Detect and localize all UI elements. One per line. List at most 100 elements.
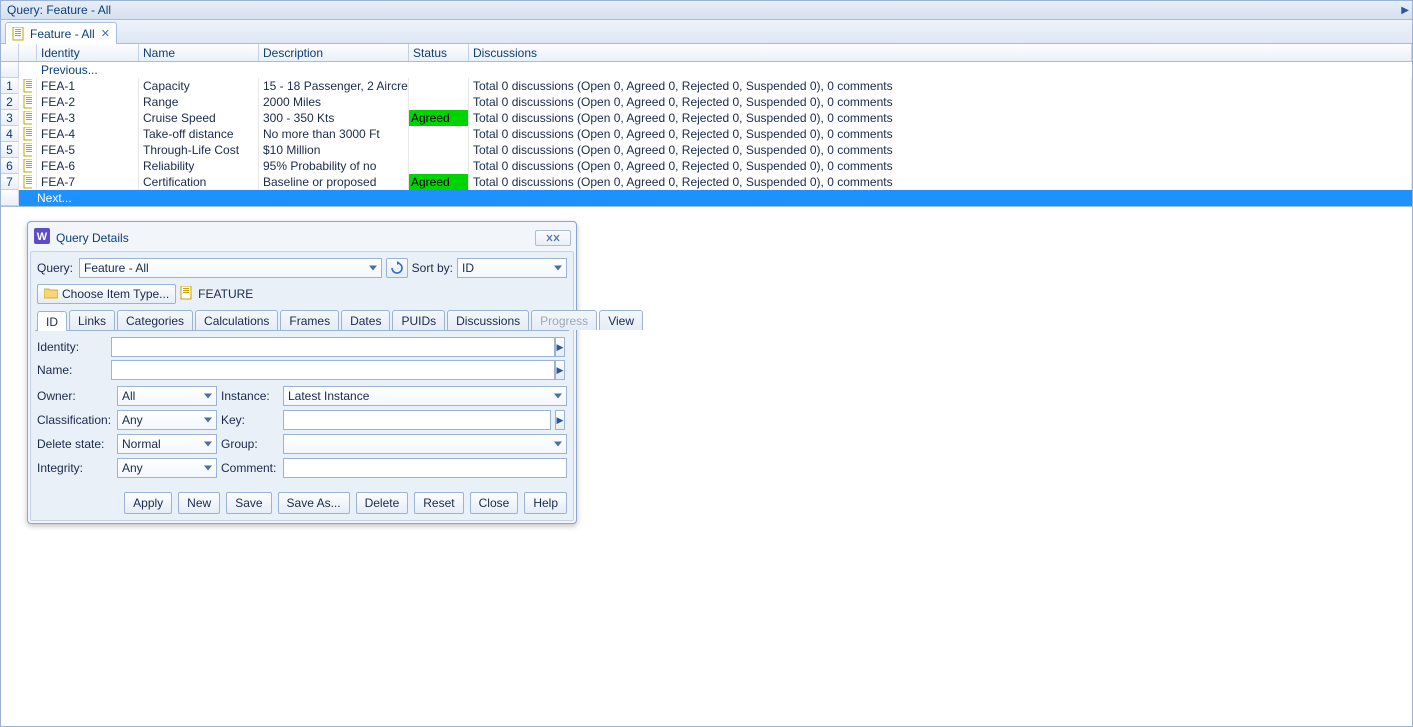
table-row[interactable]: 4 FEA-4Take-off distanceNo more than 3000… xyxy=(1,126,1412,142)
delete-state-select[interactable]: Normal xyxy=(117,434,217,454)
table-row[interactable]: 7FEA-7CertificationBaseline or proposedA… xyxy=(1,174,1412,190)
integrity-select[interactable]: Any xyxy=(117,458,217,478)
group-select[interactable] xyxy=(283,434,567,454)
dialog-body: Query: Feature - All Sort by: ID Choose … xyxy=(30,251,574,521)
header-description[interactable]: Description xyxy=(259,44,409,61)
comment-label: Comment: xyxy=(221,461,279,475)
reset-button[interactable]: Reset xyxy=(414,492,463,514)
cell-description: No more than 3000 Ft xyxy=(259,126,409,142)
header-discussions[interactable]: Discussions xyxy=(469,44,1412,61)
row-icon xyxy=(19,142,37,158)
row-icon xyxy=(19,126,37,142)
scroll-right-icon[interactable]: ▶ xyxy=(1401,5,1409,16)
query-select[interactable]: Feature - All xyxy=(79,258,382,278)
row-number: 3 xyxy=(1,110,19,126)
dialog-footer: Apply New Save Save As... Delete Reset C… xyxy=(37,486,567,514)
cell-status xyxy=(409,94,469,110)
tab-puids[interactable]: PUIDs xyxy=(392,310,445,330)
header-name[interactable]: Name xyxy=(139,44,259,61)
cell-identity: FEA-6 xyxy=(37,158,139,174)
table-row[interactable]: 1FEA-1Capacity15 - 18 Passenger, 2 Aircr… xyxy=(1,78,1412,94)
cell-discussions: Total 0 discussions (Open 0, Agreed 0, R… xyxy=(469,78,1412,94)
cell-name: Take-off distance xyxy=(139,126,259,142)
name-input[interactable] xyxy=(111,360,555,380)
tab-categories[interactable]: Categories xyxy=(117,310,193,330)
app-icon: W xyxy=(34,228,50,247)
cell-discussions: Total 0 discussions (Open 0, Agreed 0, R… xyxy=(469,142,1412,158)
tab-strip: Feature - All ✕ xyxy=(1,20,1412,44)
delete-button[interactable]: Delete xyxy=(356,492,409,514)
cell-name: Through-Life Cost xyxy=(139,142,259,158)
cell-description: 95% Probability of no xyxy=(259,158,409,174)
identity-expand[interactable]: ▶ xyxy=(555,337,565,357)
cell-identity: FEA-4 xyxy=(37,126,139,142)
table-row[interactable]: 6 FEA-6Reliability95% Probability of no To… xyxy=(1,158,1412,174)
cell-discussions: Total 0 discussions (Open 0, Agreed 0, R… xyxy=(469,94,1412,110)
new-button[interactable]: New xyxy=(178,492,220,514)
tab-dates[interactable]: Dates xyxy=(341,310,390,330)
tab-feature-all[interactable]: Feature - All ✕ xyxy=(5,22,117,44)
dialog-titlebar[interactable]: W Query Details xyxy=(30,224,574,251)
row-number: 1 xyxy=(1,78,19,94)
key-input[interactable] xyxy=(283,410,551,430)
table-row[interactable]: 3FEA-3Cruise Speed300 - 350 KtsAgreedTot… xyxy=(1,110,1412,126)
choose-item-type-button[interactable]: Choose Item Type... xyxy=(37,284,176,304)
tab-discussions[interactable]: Discussions xyxy=(447,310,529,330)
instance-select[interactable]: Latest Instance xyxy=(283,386,567,406)
tab-links[interactable]: Links xyxy=(69,310,115,330)
delete-state-label: Delete state: xyxy=(37,437,113,451)
cell-discussions: Total 0 discussions (Open 0, Agreed 0, R… xyxy=(469,126,1412,142)
apply-button[interactable]: Apply xyxy=(124,492,172,514)
header-identity[interactable]: Identity xyxy=(37,44,139,61)
tab-id[interactable]: ID xyxy=(37,311,67,331)
row-number: 5 xyxy=(1,142,19,158)
save-as-button[interactable]: Save As... xyxy=(278,492,350,514)
cell-status xyxy=(409,78,469,94)
row-icon xyxy=(19,110,37,126)
tab-view[interactable]: View xyxy=(599,310,643,330)
table-row[interactable]: 2FEA-2Range2000 MilesTotal 0 discussions… xyxy=(1,94,1412,110)
help-button[interactable]: Help xyxy=(524,492,567,514)
classification-select[interactable]: Any xyxy=(117,410,217,430)
row-number: 7 xyxy=(1,174,19,190)
key-expand[interactable]: ▶ xyxy=(555,410,565,430)
sort-select[interactable]: ID xyxy=(457,258,567,278)
folder-icon xyxy=(44,287,58,302)
comment-input[interactable] xyxy=(283,458,567,478)
cell-name: Reliability xyxy=(139,158,259,174)
title-text: Query: Feature - All xyxy=(7,3,111,17)
name-expand[interactable]: ▶ xyxy=(555,360,565,380)
save-button[interactable]: Save xyxy=(226,492,271,514)
close-tab-icon[interactable]: ✕ xyxy=(101,27,110,40)
cell-name: Capacity xyxy=(139,78,259,94)
header-status[interactable]: Status xyxy=(409,44,469,61)
cell-description: Baseline or proposed xyxy=(259,174,409,190)
grid-previous-link[interactable]: Previous... xyxy=(1,62,1412,78)
owner-label: Owner: xyxy=(37,389,113,403)
row-number: 6 xyxy=(1,158,19,174)
dialog-close-button[interactable] xyxy=(535,230,571,246)
classification-label: Classification: xyxy=(37,413,113,427)
cell-name: Range xyxy=(139,94,259,110)
close-button[interactable]: Close xyxy=(470,492,519,514)
integrity-label: Integrity: xyxy=(37,461,113,475)
dialog-title: Query Details xyxy=(56,231,129,245)
main-window: Query: Feature - All ▶ Feature - All ✕ I… xyxy=(0,0,1413,727)
cell-status xyxy=(409,158,469,174)
table-row[interactable]: 5FEA-5Through-Life Cost$10 MillionTotal … xyxy=(1,142,1412,158)
tab-calculations[interactable]: Calculations xyxy=(195,310,278,330)
tab-label: Feature - All xyxy=(30,27,95,41)
cell-status: Agreed xyxy=(409,174,469,190)
row-number: 4 xyxy=(1,126,19,142)
identity-input[interactable] xyxy=(111,337,555,357)
tab-progress: Progress xyxy=(531,310,597,330)
row-number: 2 xyxy=(1,94,19,110)
owner-select[interactable]: All xyxy=(117,386,217,406)
cell-discussions: Total 0 discussions (Open 0, Agreed 0, R… xyxy=(469,158,1412,174)
header-icon xyxy=(19,44,37,61)
refresh-button[interactable] xyxy=(386,258,408,278)
tab-frames[interactable]: Frames xyxy=(280,310,339,330)
cell-status xyxy=(409,142,469,158)
cell-status xyxy=(409,126,469,142)
grid-next-link[interactable]: Next... xyxy=(1,190,1412,206)
